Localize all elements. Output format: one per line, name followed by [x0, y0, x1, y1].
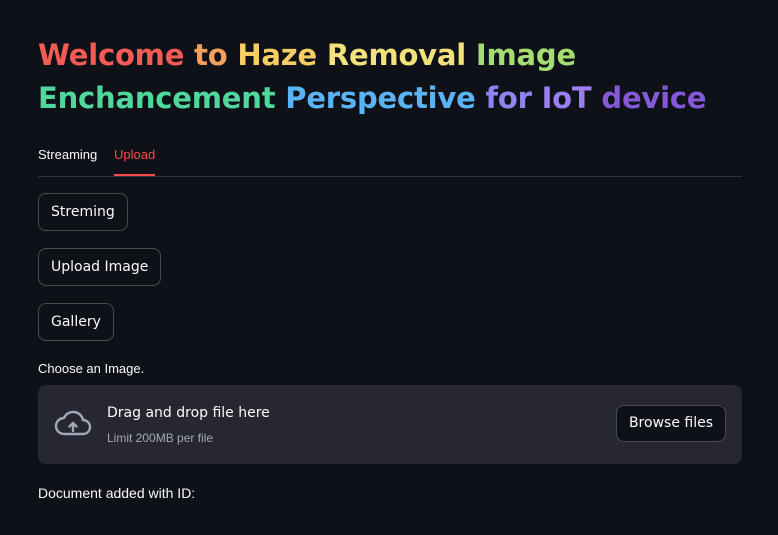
title-word: Enchancement: [38, 81, 286, 115]
title-word: Image: [475, 38, 576, 72]
dropzone-instructions: Drag and drop file here: [107, 405, 270, 421]
file-size-limit: Limit 200MB per file: [107, 431, 214, 445]
app-root: Welcome to Haze Removal Image Enchanceme…: [0, 0, 778, 535]
title-word: to: [194, 38, 238, 72]
title-word: Haze: [237, 38, 327, 72]
tab-streaming[interactable]: Streaming: [38, 140, 97, 175]
upload-image-button[interactable]: Upload Image: [38, 248, 162, 286]
browse-files-button[interactable]: Browse files: [615, 405, 726, 442]
title-word: device: [601, 81, 707, 115]
title-word: Perspective: [285, 81, 486, 115]
title-word: Welcome: [38, 38, 195, 72]
title-word: IoT: [541, 81, 602, 115]
tab-bar: Streaming Upload: [38, 140, 742, 177]
gallery-button[interactable]: Gallery: [38, 303, 114, 341]
title-word: Removal: [326, 38, 476, 72]
streaming-button[interactable]: Streming: [38, 193, 128, 231]
uploader-label: Choose an Image.: [38, 361, 145, 376]
page-title: Welcome to Haze Removal Image Enchanceme…: [38, 34, 707, 120]
document-id-text: Document added with ID:: [38, 485, 196, 501]
file-dropzone[interactable]: Drag and drop file here Limit 200MB per …: [38, 385, 742, 464]
title-line-1: Welcome to Haze Removal Image: [38, 34, 706, 77]
title-word: for: [485, 81, 542, 115]
cloud-upload-icon: [53, 409, 93, 439]
title-line-2: Enchancement Perspective for IoT device: [38, 77, 707, 120]
tab-upload[interactable]: Upload: [114, 140, 156, 176]
